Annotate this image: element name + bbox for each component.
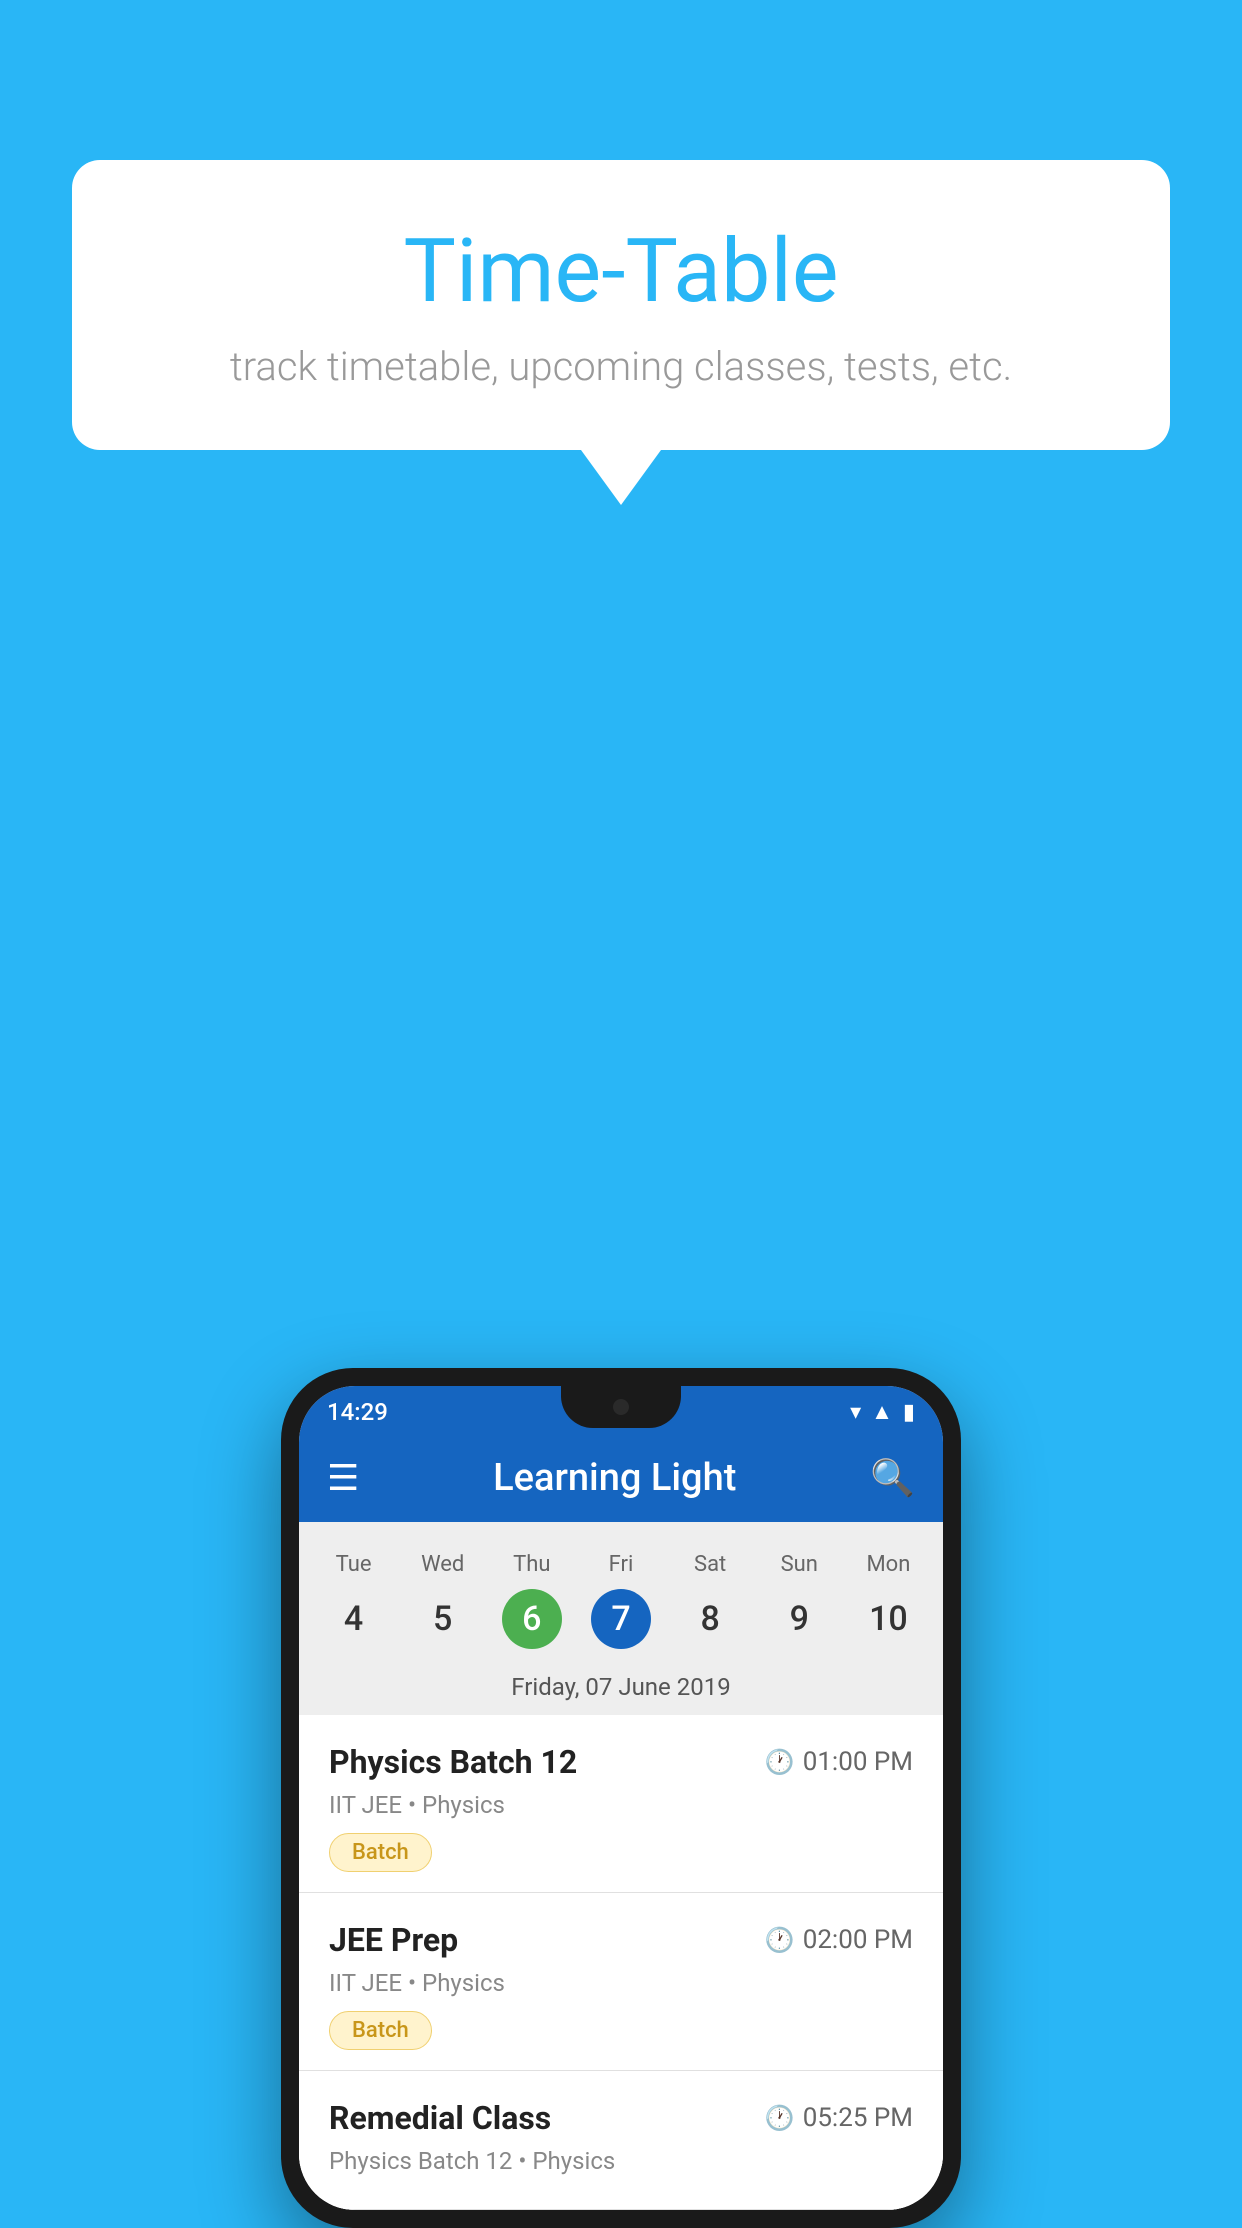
class-card-header: JEE Prep 🕐 02:00 PM — [329, 1921, 913, 1959]
clock-icon: 🕐 — [765, 2104, 795, 2132]
classes-list: Physics Batch 12 🕐 01:00 PM IIT JEE • Physi… — [299, 1715, 943, 2210]
camera — [613, 1399, 629, 1415]
calendar-days-row: Tue 4 Wed 5 Thu 6 Fri 7 Sat 8 Sun 9 Mon 10 — [299, 1542, 943, 1659]
time-text: 01:00 PM — [803, 1747, 913, 1777]
calendar-day[interactable]: Thu 6 — [494, 1542, 570, 1659]
day-name: Tue — [336, 1552, 372, 1577]
search-icon[interactable]: 🔍 — [870, 1457, 915, 1499]
phone-frame: 14:29 ▾ ▲ ▮ ☰ Learning Light 🔍 Tue4Wed5T… — [281, 1368, 961, 2228]
notch — [561, 1386, 681, 1428]
day-name: Sun — [781, 1552, 818, 1577]
wifi-icon: ▾ — [850, 1400, 861, 1425]
batch-tag: Batch — [329, 1833, 432, 1872]
app-title: Learning Light — [493, 1456, 736, 1500]
class-name: JEE Prep — [329, 1921, 458, 1959]
clock-icon: 🕐 — [765, 1748, 795, 1776]
class-card-header: Physics Batch 12 🕐 01:00 PM — [329, 1743, 913, 1781]
calendar-day[interactable]: Wed 5 — [405, 1542, 481, 1659]
menu-icon[interactable]: ☰ — [327, 1457, 359, 1499]
calendar-section: Tue 4 Wed 5 Thu 6 Fri 7 Sat 8 Sun 9 Mon 10 Friday, 07… — [299, 1522, 943, 1715]
battery-icon: ▮ — [903, 1400, 915, 1425]
day-name: Mon — [866, 1552, 910, 1577]
class-card[interactable]: JEE Prep 🕐 02:00 PM IIT JEE • Physics Batch — [299, 1893, 943, 2071]
speech-bubble-section: Time-Table track timetable, upcoming cla… — [72, 160, 1170, 505]
bubble-pointer — [581, 450, 661, 505]
status-time: 14:29 — [327, 1398, 388, 1426]
calendar-day[interactable]: Fri 7 — [583, 1542, 659, 1659]
status-bar: 14:29 ▾ ▲ ▮ — [299, 1386, 943, 1434]
class-name: Remedial Class — [329, 2099, 551, 2137]
class-meta: IIT JEE • Physics — [329, 1969, 913, 1997]
day-name: Wed — [421, 1552, 464, 1577]
day-name: Fri — [609, 1552, 634, 1577]
app-bar: ☰ Learning Light 🔍 — [299, 1434, 943, 1522]
status-icons: ▾ ▲ ▮ — [850, 1399, 915, 1425]
class-meta: IIT JEE • Physics — [329, 1791, 913, 1819]
day-number[interactable]: 8 — [680, 1589, 740, 1649]
phone-screen: 14:29 ▾ ▲ ▮ ☰ Learning Light 🔍 Tue4Wed5T… — [299, 1386, 943, 2210]
time-text: 02:00 PM — [803, 1925, 913, 1955]
bubble-title: Time-Table — [152, 220, 1090, 323]
signal-icon: ▲ — [871, 1399, 893, 1425]
day-number[interactable]: 4 — [324, 1589, 384, 1649]
class-card-header: Remedial Class 🕐 05:25 PM — [329, 2099, 913, 2137]
batch-tag: Batch — [329, 2011, 432, 2050]
speech-bubble: Time-Table track timetable, upcoming cla… — [72, 160, 1170, 450]
clock-icon: 🕐 — [765, 1926, 795, 1954]
calendar-day[interactable]: Sat 8 — [672, 1542, 748, 1659]
class-name: Physics Batch 12 — [329, 1743, 577, 1781]
calendar-day[interactable]: Mon 10 — [850, 1542, 926, 1659]
day-name: Sat — [694, 1552, 726, 1577]
class-time: 🕐 01:00 PM — [765, 1747, 913, 1777]
calendar-day[interactable]: Tue 4 — [316, 1542, 392, 1659]
day-number[interactable]: 7 — [591, 1589, 651, 1649]
class-card[interactable]: Physics Batch 12 🕐 01:00 PM IIT JEE • Physi… — [299, 1715, 943, 1893]
day-number[interactable]: 5 — [413, 1589, 473, 1649]
bubble-subtitle: track timetable, upcoming classes, tests… — [152, 343, 1090, 390]
day-number[interactable]: 10 — [858, 1589, 918, 1649]
day-name: Thu — [513, 1552, 550, 1577]
day-number[interactable]: 9 — [769, 1589, 829, 1649]
class-time: 🕐 02:00 PM — [765, 1925, 913, 1955]
class-card[interactable]: Remedial Class 🕐 05:25 PM Physics Batch 12 … — [299, 2071, 943, 2210]
class-time: 🕐 05:25 PM — [765, 2103, 913, 2133]
calendar-date-label: Friday, 07 June 2019 — [299, 1659, 943, 1715]
time-text: 05:25 PM — [803, 2103, 913, 2133]
class-meta: Physics Batch 12 • Physics — [329, 2147, 913, 2175]
calendar-day[interactable]: Sun 9 — [761, 1542, 837, 1659]
day-number[interactable]: 6 — [502, 1589, 562, 1649]
